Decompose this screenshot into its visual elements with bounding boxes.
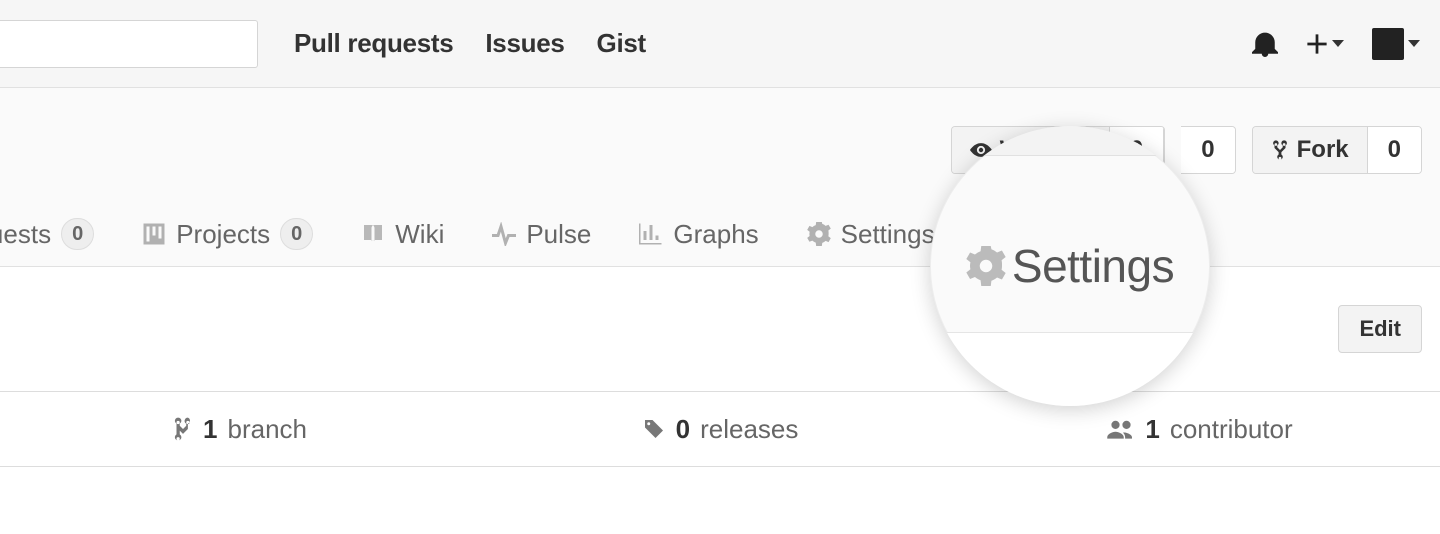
magnifier-content: Settings xyxy=(966,239,1174,293)
fork-icon xyxy=(1271,139,1289,161)
fork-count[interactable]: 0 xyxy=(1367,127,1421,173)
tab-pulse[interactable]: Pulse xyxy=(492,219,591,250)
tab-pull-requests[interactable]: equests 0 xyxy=(0,218,94,250)
repo-actions-row: Watch 0 0 Fork 0 xyxy=(0,88,1440,174)
nav-issues[interactable]: Issues xyxy=(485,28,564,59)
pulse-icon xyxy=(492,222,516,246)
tab-settings[interactable]: Settings xyxy=(807,219,935,250)
stat-count: 1 xyxy=(203,414,217,445)
magnifier-button-peek: 0 xyxy=(930,126,1210,156)
tab-projects[interactable]: Projects 0 xyxy=(142,218,313,250)
top-actions xyxy=(1252,28,1420,60)
tab-label: Pulse xyxy=(526,219,591,250)
magnifier-bottom-slice xyxy=(930,332,1210,406)
tab-wiki[interactable]: Wiki xyxy=(361,219,444,250)
project-icon xyxy=(142,222,166,246)
fork-group: Fork 0 xyxy=(1252,126,1422,174)
top-nav: Pull requests Issues Gist xyxy=(294,28,646,59)
create-dropdown[interactable] xyxy=(1306,33,1344,55)
stat-count: 1 xyxy=(1145,414,1159,445)
people-icon xyxy=(1107,418,1135,440)
tab-label: Graphs xyxy=(673,219,758,250)
book-icon xyxy=(361,222,385,246)
stat-label: contributor xyxy=(1170,414,1293,445)
tag-icon xyxy=(642,417,666,441)
tab-label: Settings xyxy=(841,219,935,250)
bell-icon[interactable] xyxy=(1252,31,1278,57)
stat-releases[interactable]: 0 releases xyxy=(480,392,960,466)
caret-down-icon xyxy=(1408,40,1420,47)
graph-icon xyxy=(639,222,663,246)
avatar xyxy=(1372,28,1404,60)
stat-label: releases xyxy=(700,414,798,445)
gear-icon xyxy=(966,246,1006,286)
repo-stats: 1 branch 0 releases 1 contributor xyxy=(0,391,1440,467)
magnifier-label: Settings xyxy=(1012,239,1174,293)
stat-label: branch xyxy=(227,414,307,445)
stat-branches[interactable]: 1 branch xyxy=(0,392,480,466)
tab-label: Wiki xyxy=(395,219,444,250)
stat-count: 0 xyxy=(676,414,690,445)
edit-button[interactable]: Edit xyxy=(1338,305,1422,353)
description-row: Edit xyxy=(0,267,1440,391)
fork-button[interactable]: Fork xyxy=(1253,127,1367,173)
repo-tabs: equests 0 Projects 0 Wiki Pulse xyxy=(0,174,1440,267)
nav-gist[interactable]: Gist xyxy=(597,28,646,59)
tab-counter: 0 xyxy=(280,218,313,250)
caret-down-icon xyxy=(1332,40,1344,47)
repo-head: Watch 0 0 Fork 0 equests 0 xyxy=(0,88,1440,267)
branch-icon xyxy=(173,416,193,442)
nav-pull-requests[interactable]: Pull requests xyxy=(294,28,453,59)
magnifier-overlay: 0 Settings xyxy=(930,126,1210,406)
gear-icon xyxy=(807,222,831,246)
tab-label: equests xyxy=(0,219,51,250)
star-count-peek: 0 xyxy=(968,128,981,156)
tab-counter: 0 xyxy=(61,218,94,250)
search-input[interactable] xyxy=(0,20,258,68)
fork-label: Fork xyxy=(1297,136,1349,164)
tab-label: Projects xyxy=(176,219,270,250)
top-header: Pull requests Issues Gist xyxy=(0,0,1440,88)
user-menu[interactable] xyxy=(1372,28,1420,60)
tab-graphs[interactable]: Graphs xyxy=(639,219,758,250)
